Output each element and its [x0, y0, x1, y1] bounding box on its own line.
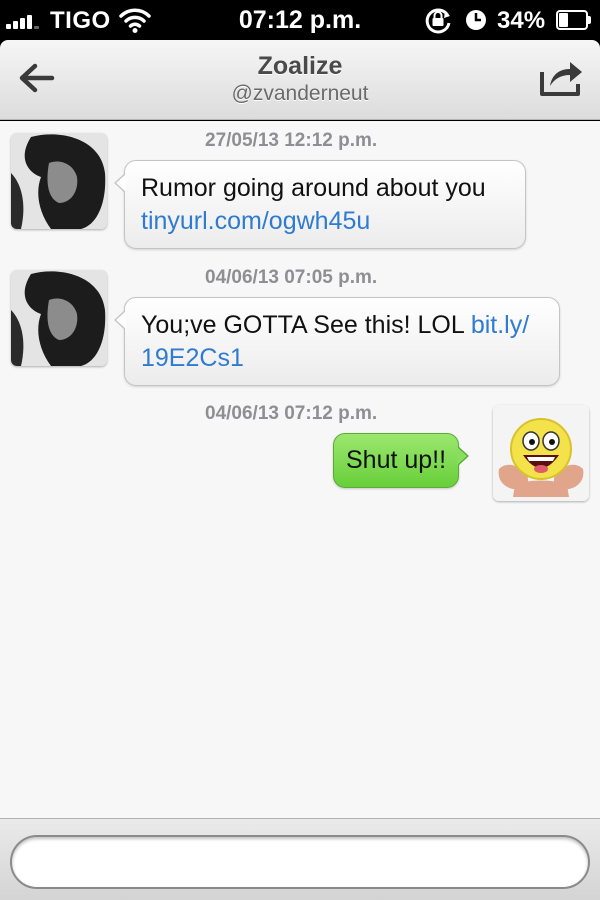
contact-avatar[interactable] [11, 270, 107, 366]
incoming-message-bubble: You;ve GOTTA See this! LOL bit.ly/ 19E2C… [114, 297, 560, 386]
message-link[interactable]: bit.ly/ [471, 311, 529, 339]
message-link[interactable]: tinyurl.com/ogwh45u [141, 205, 511, 238]
message-input[interactable] [10, 835, 590, 889]
message-thread[interactable]: 27/05/13 12:12 p.m. Rumor going around a… [0, 121, 600, 818]
share-icon[interactable] [538, 56, 584, 98]
compose-bar [0, 818, 600, 900]
message-text: Shut up!! [346, 446, 447, 474]
message-text: You;ve GOTTA See this! LOL [141, 311, 471, 339]
message-text: Rumor going around about you [141, 174, 486, 202]
outgoing-message-bubble: Shut up!! [333, 433, 470, 488]
carrier-name: TIGO [50, 7, 111, 34]
battery-percentage: 34% [497, 7, 546, 34]
battery-icon [556, 10, 592, 30]
message-link-continuation[interactable]: 19E2Cs1 [141, 342, 545, 375]
message-timestamp: 27/05/13 12:12 p.m. [205, 130, 378, 151]
message-timestamp: 04/06/13 07:12 p.m. [205, 403, 378, 424]
navigation-bar: Zoalize @zvanderneut [0, 40, 600, 120]
status-bar: TIGO 07:12 p.m. 34% [0, 0, 600, 40]
contact-avatar[interactable] [11, 133, 107, 229]
wifi-icon [119, 8, 151, 33]
message-timestamp: 04/06/13 07:05 p.m. [205, 267, 378, 288]
user-avatar[interactable] [493, 405, 589, 501]
incoming-message-bubble: Rumor going around about you tinyurl.com… [114, 160, 526, 249]
alarm-icon [466, 10, 486, 30]
signal-icon [6, 11, 46, 29]
conversation-handle: @zvanderneut [231, 82, 369, 105]
conversation-title: Zoalize [257, 52, 343, 80]
rotation-lock-icon [425, 8, 451, 34]
